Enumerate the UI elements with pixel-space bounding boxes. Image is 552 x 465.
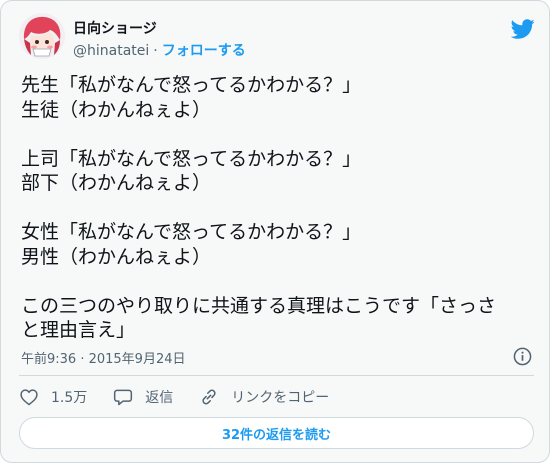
tweet-line: この三つのやり取りに共通する真理はこうです「さっさ [21, 294, 497, 317]
read-replies-button[interactable]: 32件の返信を読む [19, 417, 534, 449]
link-icon [202, 389, 216, 405]
copy-link-label: リンクをコピー [231, 390, 330, 406]
reply-label: 返信 [145, 390, 174, 406]
tweet-timestamp[interactable]: 午前9:36 · 2015年9月24日 [21, 348, 186, 367]
tweet-line: と理由言え」 [21, 319, 136, 341]
speech-bubble-icon [114, 389, 133, 406]
tweet-card: 日向ショージ @hinatatei · フォローする 先生「私がなんで怒ってるかわか… [0, 0, 550, 463]
twitter-bird-icon[interactable] [511, 17, 535, 41]
separator: · [153, 43, 158, 59]
like-count: 1.5万 [51, 390, 88, 406]
tweet-line: 女性「私がなんで怒ってるかわかる？」 [21, 221, 362, 243]
author-handle-row: @hinatatei · フォローする [73, 40, 246, 60]
read-replies-label: 32件の返信を読む [221, 427, 332, 443]
tweet-line: 生徒（わかんねぇよ） [21, 98, 212, 121]
follow-button[interactable]: フォローする [162, 43, 246, 59]
tweet-actions: 1.5万 返信 リンクをコピー [19, 385, 355, 409]
tweet-line: 部下（わかんねぇよ） [21, 172, 212, 194]
divider [19, 375, 534, 376]
info-icon[interactable] [513, 347, 532, 366]
author-display-name[interactable]: 日向ショージ [73, 18, 157, 38]
copy-link-button[interactable]: リンクをコピー [199, 387, 329, 407]
tweet-text: 先生「私がなんで怒ってるかわかる？」 生徒（わかんねぇよ） 上司「私がなんで怒っ… [21, 73, 536, 343]
author-handle[interactable]: @hinatatei [73, 43, 149, 59]
tweet-line: 先生「私がなんで怒ってるかわかる？」 [21, 74, 362, 96]
tweet-line: 上司「私がなんで怒ってるかわかる？」 [21, 147, 362, 170]
reply-button[interactable]: 返信 [113, 387, 173, 407]
like-button[interactable]: 1.5万 [19, 387, 87, 407]
heart-icon [20, 389, 38, 406]
avatar[interactable] [19, 13, 65, 59]
tweet-line: 男性（わかんねぇよ） [21, 245, 212, 268]
